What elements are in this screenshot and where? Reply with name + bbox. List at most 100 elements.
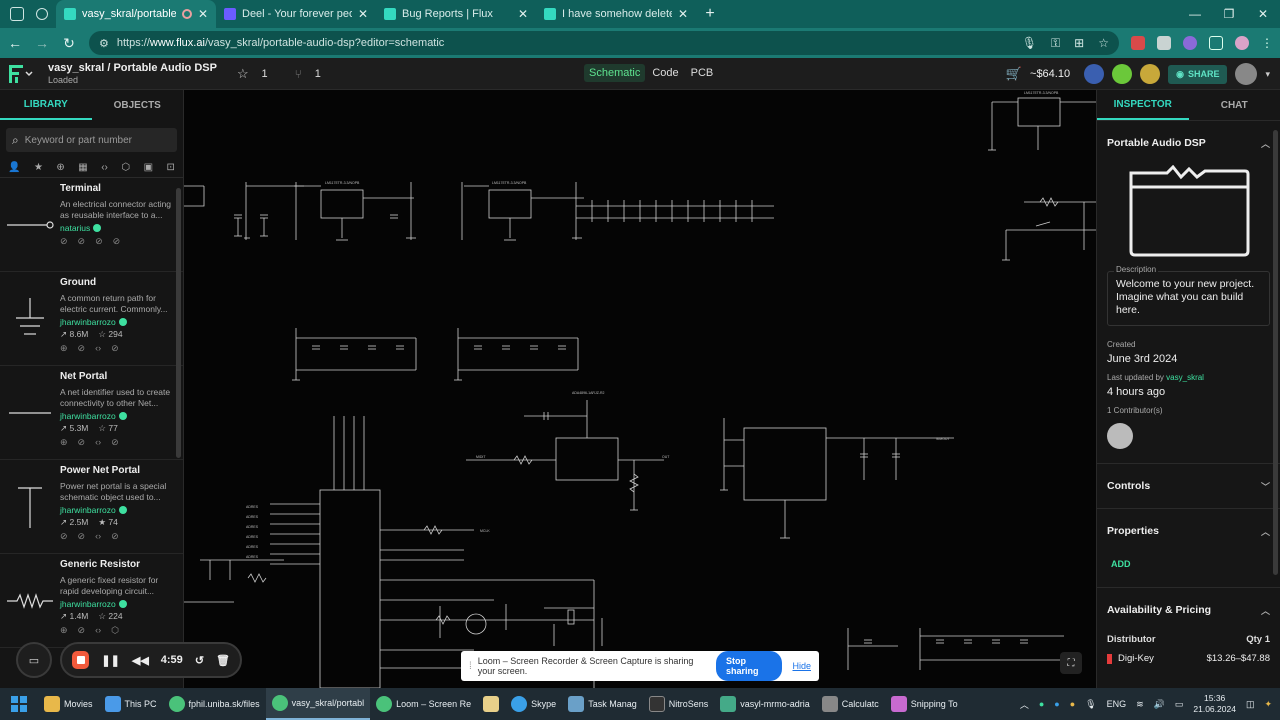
rewind-icon[interactable]: ◀◀ — [132, 654, 149, 667]
taskbar-item-task-manager[interactable]: Task Manag — [562, 688, 643, 720]
taskbar-item-archive[interactable] — [477, 688, 505, 720]
user-filter-icon[interactable]: 👤 — [8, 162, 20, 173]
minimize-window-icon[interactable]: — — [1178, 0, 1212, 28]
cart-filter-icon[interactable]: ⊡ — [167, 162, 175, 173]
volume-icon[interactable]: 🔊 — [1154, 699, 1165, 710]
inspector-scrollbar[interactable] — [1273, 130, 1278, 575]
extension-icon[interactable] — [1157, 36, 1171, 50]
pause-icon[interactable]: ❚❚ — [101, 654, 119, 667]
chevron-up-icon[interactable]: ︿ — [1261, 525, 1270, 538]
chevron-up-icon[interactable]: ︿ — [1261, 604, 1270, 617]
collaborator-avatar[interactable] — [1112, 64, 1133, 84]
taskbar-item-calculator[interactable]: Calculatc — [816, 688, 885, 720]
taskbar-item-this-pc[interactable]: This PC — [99, 688, 163, 720]
taskbar-item-chrome-flux[interactable]: vasy_skral/portabl — [265, 688, 371, 720]
site-info-icon[interactable]: ⚙ — [99, 37, 109, 50]
browser-menu-icon[interactable]: ⋮ — [1261, 36, 1273, 50]
fork-icon[interactable]: ⑂ — [295, 67, 302, 81]
taskbar-item-nitrosense[interactable]: NitroSens — [643, 688, 715, 720]
tab-library[interactable]: LIBRARY — [0, 90, 92, 120]
close-window-icon[interactable]: ✕ — [1246, 0, 1280, 28]
taskbar-item-vasyl[interactable]: vasyl-mrmo-adria — [714, 688, 816, 720]
camera-toggle-button[interactable]: ▭ — [16, 642, 52, 678]
extensions-puzzle-icon[interactable] — [1209, 36, 1223, 50]
cart-price[interactable]: ~$64.10 — [1030, 68, 1070, 80]
extension-record-icon[interactable] — [1131, 36, 1145, 50]
profile-avatar-icon[interactable] — [1235, 36, 1249, 50]
image-filter-icon[interactable]: ▣ — [144, 162, 153, 173]
list-item[interactable]: Ground A common return path for electric… — [0, 272, 183, 366]
address-bar[interactable]: ⚙ https://www.flux.ai/vasy_skral/portabl… — [89, 31, 1119, 55]
trash-icon[interactable]: 🗑 — [216, 654, 230, 667]
taskbar-item-chrome-files[interactable]: fphil.uniba.sk/files — [163, 688, 266, 720]
star-icon[interactable]: ☆ — [237, 66, 249, 82]
cube-filter-icon[interactable]: ⬡ — [121, 162, 130, 173]
list-item[interactable]: Terminal An electrical connector acting … — [0, 178, 183, 272]
share-button[interactable]: ◉ SHARE — [1168, 64, 1228, 84]
browser-tab-deleted-pc[interactable]: I have somehow deleted my PC ✕ — [536, 0, 696, 28]
globe-filter-icon[interactable]: ⊕ — [56, 162, 64, 173]
mode-pcb[interactable]: PCB — [686, 64, 719, 82]
collaborator-avatar[interactable] — [1084, 64, 1105, 84]
windows-start-icon[interactable] — [0, 688, 38, 720]
new-tab-button[interactable]: + — [696, 0, 724, 28]
hide-banner-link[interactable]: Hide — [792, 661, 811, 671]
updated-by-link[interactable]: vasy_skral — [1166, 373, 1204, 382]
mode-schematic[interactable]: Schematic — [584, 64, 646, 82]
taskbar-item-skype[interactable]: Skype — [505, 688, 562, 720]
microphone-icon[interactable]: 🎙 — [1022, 36, 1037, 51]
restart-icon[interactable]: ↺ — [195, 654, 204, 667]
show-hidden-icons-icon[interactable]: ︿ — [1020, 698, 1029, 711]
star-filter-icon[interactable]: ★ — [34, 162, 43, 173]
user-avatar[interactable] — [1235, 63, 1258, 85]
chip-filter-icon[interactable]: ▦ — [78, 162, 87, 173]
schematic-canvas[interactable]: LM117ETR-3.3/NOPB LM117ETR-3.3/NOPB ADA4… — [184, 90, 1096, 688]
add-property-button[interactable]: ADD — [1107, 553, 1270, 587]
contributor-avatar[interactable] — [1107, 423, 1133, 449]
key-icon[interactable]: ⚿ — [1051, 36, 1060, 51]
list-item[interactable]: Net Portal A net identifier used to crea… — [0, 366, 183, 460]
browser-tab-deel[interactable]: Deel - Your forever people platf ✕ — [216, 0, 376, 28]
close-tab-icon[interactable]: ✕ — [678, 7, 688, 21]
bookmark-star-icon[interactable]: ☆ — [1098, 36, 1109, 51]
notifications-icon[interactable]: ◫ — [1246, 699, 1255, 710]
chevron-down-icon[interactable]: ﹀ — [1261, 480, 1270, 493]
cart-icon[interactable]: 🛒 — [1006, 66, 1022, 82]
tab-search-icon[interactable] — [36, 8, 48, 20]
list-item[interactable]: Power Net Portal Power net portal is a s… — [0, 460, 183, 554]
close-tab-icon[interactable]: ✕ — [198, 7, 208, 21]
library-scrollbar[interactable] — [176, 188, 181, 458]
stop-recording-button[interactable] — [72, 651, 90, 669]
tab-inspector[interactable]: INSPECTOR — [1097, 90, 1189, 120]
battery-icon[interactable]: ▭ — [1175, 699, 1184, 710]
taskbar-item-movies[interactable]: Movies — [38, 688, 99, 720]
reload-icon[interactable]: ↻ — [57, 31, 81, 55]
tray-app-icon[interactable]: ● — [1070, 699, 1075, 709]
microphone-icon[interactable]: 🎙 — [1085, 699, 1096, 710]
install-app-icon[interactable]: ⊞ — [1074, 36, 1084, 51]
project-path[interactable]: vasy_skral / Portable Audio DSP — [48, 62, 217, 74]
collaborator-avatar[interactable] — [1140, 64, 1161, 84]
wifi-icon[interactable]: ≋ — [1136, 699, 1144, 710]
tab-objects[interactable]: OBJECTS — [92, 90, 184, 120]
fullscreen-button[interactable]: ⛶ — [1060, 652, 1082, 674]
chevron-up-icon[interactable]: ︿ — [1261, 137, 1270, 150]
distributor-row[interactable]: Digi-Key $13.26–$47.88 — [1107, 653, 1270, 664]
extension-icon[interactable] — [1183, 36, 1197, 50]
tray-app-icon[interactable]: ● — [1039, 699, 1044, 709]
browser-tab-bug-reports[interactable]: Bug Reports | Flux ✕ — [376, 0, 536, 28]
mode-code[interactable]: Code — [647, 64, 683, 82]
language-indicator[interactable]: ENG — [1107, 699, 1127, 709]
tray-app-icon[interactable]: ● — [1054, 699, 1059, 709]
taskbar-item-snipping-tool[interactable]: Snipping To — [885, 688, 964, 720]
close-tab-icon[interactable]: ✕ — [358, 7, 368, 21]
workspaces-icon[interactable] — [10, 7, 24, 21]
taskbar-item-loom[interactable]: Loom – Screen Re — [370, 688, 477, 720]
description-field[interactable]: Description Welcome to your new project.… — [1107, 265, 1270, 326]
browser-tab-flux-project[interactable]: vasy_skral/portable-audio-d ✕ — [56, 0, 216, 28]
drag-handle-icon[interactable]: ⁞ — [469, 661, 472, 672]
close-tab-icon[interactable]: ✕ — [518, 7, 528, 21]
stop-sharing-button[interactable]: Stop sharing — [715, 651, 783, 681]
library-search-input[interactable] — [24, 134, 171, 146]
list-item[interactable]: Generic Resistor A generic fixed resisto… — [0, 554, 183, 648]
